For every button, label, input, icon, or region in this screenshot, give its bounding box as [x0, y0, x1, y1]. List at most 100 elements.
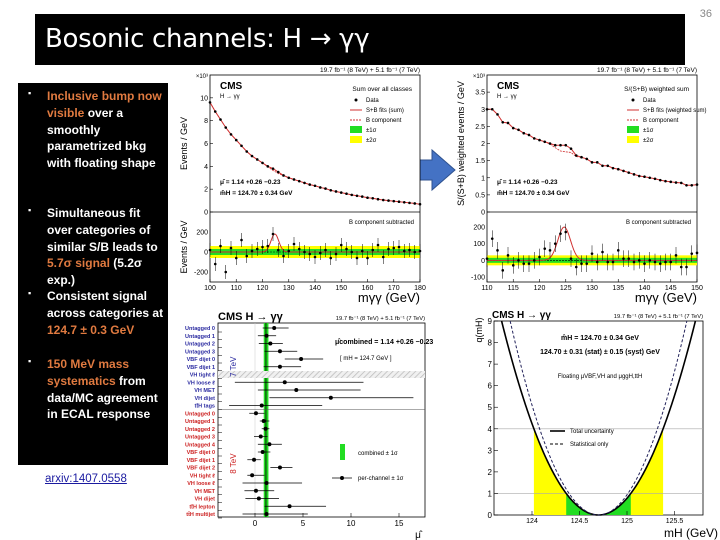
data-point — [648, 176, 652, 180]
residual-point — [511, 264, 515, 267]
y-tick-label: 2 — [204, 187, 208, 194]
plots-canvas: 100 110 120 130 140 150 160 170 1800246810-20002… — [179, 67, 718, 540]
legend-title: S/(S+B) weighted sum — [624, 86, 689, 93]
data-point — [402, 200, 406, 204]
residual-point — [229, 246, 233, 250]
data-point — [527, 133, 531, 137]
data-point — [413, 202, 417, 205]
data-point — [308, 183, 312, 186]
x-tick-label: 115 — [508, 285, 519, 292]
category-point — [260, 450, 265, 454]
residual-point — [595, 260, 599, 264]
x-axis-label: mγγ (GeV) — [358, 290, 420, 305]
category-point — [268, 341, 273, 346]
y-tick-label: 3.5 — [475, 90, 485, 97]
residual-point — [287, 249, 291, 253]
plot-title: CMS H → γγ — [218, 311, 284, 323]
category-label: Untagged 1 — [185, 419, 215, 425]
data-point — [224, 126, 228, 129]
group-label: 8 TeV — [229, 453, 238, 474]
legend-entry: Total uncertainty — [570, 429, 614, 435]
mass-result-label: m̂H = 124.70 ± 0.34 GeV — [561, 334, 639, 342]
residual-point — [418, 249, 422, 253]
category-point — [259, 403, 264, 408]
y-axis-label: Events / GeV — [179, 117, 189, 170]
data-point — [501, 120, 505, 124]
y-tick-label: 2.5 — [475, 124, 485, 131]
residual-point — [690, 252, 694, 255]
y-tick-label: 7 — [488, 360, 493, 369]
data-point — [381, 198, 385, 202]
lumi-label: 19.7 fb⁻¹ (8 TeV) + 5.1 fb⁻¹ (7 TeV) — [597, 67, 697, 74]
category-label: VH loose ℓ — [187, 481, 215, 487]
x-tick-label: 10 — [347, 519, 356, 528]
legend-entry: Data — [366, 98, 379, 104]
data-point — [250, 154, 254, 158]
data-point — [574, 154, 578, 157]
plot-title: CMS H → γγ — [492, 310, 551, 321]
y-tick-label: 6 — [488, 382, 493, 391]
category-label: VBF dijet 2 — [187, 466, 215, 472]
y-tick-label: 0 — [488, 511, 493, 520]
category-point — [264, 481, 269, 485]
residual-point — [517, 259, 520, 262]
y-tick-label: 8 — [204, 118, 208, 125]
process-label: H → γγ — [220, 94, 240, 100]
category-label: VBF dijet 1 — [187, 458, 215, 464]
data-point — [240, 144, 243, 148]
category-label: tt̄H lepton — [189, 504, 215, 510]
residual-point — [627, 257, 631, 260]
data-point — [517, 128, 520, 132]
x-axis-label: μ̂ — [415, 529, 423, 540]
data-point — [622, 169, 625, 173]
y-tick-label: 4 — [204, 164, 208, 171]
residual-point — [564, 230, 568, 234]
data-point — [234, 138, 238, 142]
residual-point — [255, 247, 259, 251]
category-label: VBF dijet 0 — [187, 450, 215, 456]
x-tick-label: 120 — [257, 285, 269, 292]
legend-entry: ±2σ — [366, 138, 377, 144]
residual-point — [360, 249, 364, 253]
data-point — [276, 170, 280, 174]
legend-entry: S+B fits (weighted sum) — [643, 108, 707, 114]
category-point — [299, 357, 304, 361]
category-point — [263, 426, 268, 431]
residual-label: B component subtracted — [349, 220, 414, 226]
category-label: Untagged 0 — [185, 411, 215, 417]
residual-point — [282, 254, 285, 258]
lumi-label: 19.7 fb⁻¹ (8 TeV) + 5.1 fb⁻¹ (7 TeV) — [320, 67, 420, 74]
data-point — [543, 140, 547, 144]
category-point — [328, 395, 333, 400]
residual-point — [559, 232, 562, 235]
y-tick-label: 2 — [488, 468, 493, 477]
legend-entry: ±1σ — [366, 128, 377, 134]
residual-point — [632, 260, 636, 264]
category-point — [252, 457, 257, 462]
process-label: H → γγ — [497, 94, 517, 100]
x-tick-label: 110 — [481, 285, 492, 292]
category-point — [287, 504, 292, 509]
category-label: Untagged 1 — [185, 334, 215, 340]
category-point — [261, 419, 266, 423]
data-point — [695, 183, 699, 186]
category-label: VBF dijet 1 — [187, 365, 215, 371]
residual-point — [601, 250, 604, 254]
floating-mu-label: Floating μVBF,VH and μggH,ttH — [558, 374, 643, 380]
data-point — [324, 187, 327, 190]
data-point — [392, 199, 396, 203]
residual-point — [585, 262, 589, 265]
mass-hypothesis-label: [ mH = 124.7 GeV ] — [340, 356, 392, 362]
residual-point — [355, 256, 359, 260]
residual-point — [350, 250, 354, 254]
residual-point — [658, 262, 662, 265]
residual-point — [371, 248, 375, 252]
x-tick-label: 125 — [621, 518, 633, 525]
residual-y-tick-label: -200 — [194, 270, 208, 277]
data-point — [616, 167, 620, 171]
residual-point — [324, 248, 327, 252]
category-label: Untagged 3 — [185, 349, 215, 355]
y-axis-label: S/(S+B) weighted events / GeV — [456, 81, 466, 206]
fit-mass-label: m̂H = 124.70 ± 0.34 GeV — [497, 189, 570, 197]
data-point — [548, 142, 552, 145]
